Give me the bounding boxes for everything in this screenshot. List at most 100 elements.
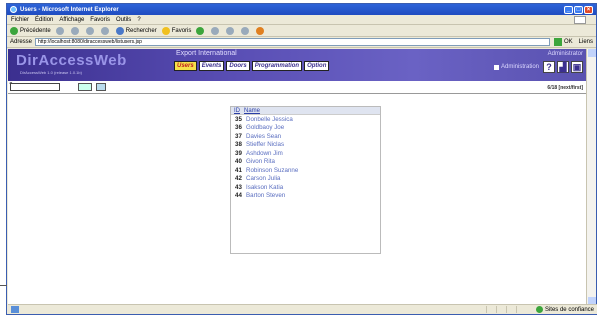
user-id: 35: [235, 115, 242, 123]
logged-user: Administrator: [547, 51, 583, 57]
search-icon: [115, 26, 124, 35]
menu-view[interactable]: Affichage: [59, 17, 84, 23]
print-icon: [241, 26, 250, 35]
user-name-link[interactable]: Isakson Katia: [246, 184, 283, 191]
address-bar: Adresse http://localhost:8080/diraccessw…: [7, 37, 596, 48]
header-id[interactable]: ID: [234, 108, 240, 114]
help-icon[interactable]: ?: [543, 61, 555, 73]
media-icon: [196, 26, 205, 35]
app-header: DirAccessWeb DirAccessWeb 1.0 (release 1…: [8, 49, 587, 81]
favorites-button[interactable]: Favoris: [161, 26, 191, 35]
links-button[interactable]: Liens: [579, 39, 593, 45]
table-row[interactable]: 38 Stieffer Niclas: [231, 141, 380, 150]
refresh-icon: [85, 26, 94, 35]
user-id: 40: [235, 158, 242, 166]
menu-help[interactable]: ?: [137, 17, 140, 23]
back-button[interactable]: Précédente: [10, 26, 51, 35]
refresh-button[interactable]: [85, 26, 96, 35]
history-icon: [211, 26, 220, 35]
table-row[interactable]: 36 Goldbaoy Joe: [231, 124, 380, 133]
user-id: 41: [235, 166, 242, 174]
search-button[interactable]: [78, 83, 92, 91]
user-name-link[interactable]: Davies Sean: [246, 133, 281, 140]
menu-tools[interactable]: Outils: [116, 17, 131, 23]
window-title: Users - Microsoft Internet Explorer: [20, 6, 119, 13]
messenger-button[interactable]: [256, 26, 266, 35]
settings-icon[interactable]: ▣: [571, 61, 583, 73]
media-button[interactable]: [196, 26, 206, 35]
table-row[interactable]: 41 Robinson Suzanne: [231, 166, 380, 175]
messenger-icon: [256, 26, 265, 35]
user-name-link[interactable]: Ashdown Jim: [246, 150, 283, 157]
scroll-up-arrow[interactable]: [588, 49, 596, 57]
close-button[interactable]: ×: [584, 5, 593, 14]
vertical-scrollbar[interactable]: [586, 49, 596, 305]
header-name[interactable]: Name: [244, 108, 260, 114]
page-viewport: DirAccessWeb DirAccessWeb 1.0 (release 1…: [8, 49, 587, 305]
user-id: 44: [235, 192, 242, 200]
address-input[interactable]: http://localhost:8080/diraccessweb/listu…: [35, 38, 550, 46]
user-id: 36: [235, 124, 242, 132]
page-edge-mark: [0, 285, 7, 286]
ie-icon: [10, 6, 17, 13]
logout-icon[interactable]: ▟: [557, 61, 569, 73]
pager[interactable]: 6/18 [next/first]: [547, 85, 583, 91]
search-input[interactable]: [10, 83, 60, 91]
maximize-button[interactable]: □: [574, 5, 583, 14]
status-bar: Sites de confiance: [8, 304, 597, 314]
table-row[interactable]: 39 Ashdown Jim: [231, 149, 380, 158]
logo-subtitle: DirAccessWeb 1.0 (release 1.0.1b): [20, 70, 82, 75]
go-button[interactable]: OK: [564, 39, 573, 45]
user-name-link[interactable]: Givon Rita: [246, 158, 275, 165]
table-row[interactable]: 42 Carson Julia: [231, 175, 380, 184]
user-id: 43: [235, 183, 242, 191]
table-row[interactable]: 37 Davies Sean: [231, 132, 380, 141]
user-name-link[interactable]: Robinson Suzanne: [246, 167, 298, 174]
search-button[interactable]: Rechercher: [115, 26, 157, 35]
star-icon: [161, 26, 170, 35]
table-row[interactable]: 43 Isakson Katia: [231, 183, 380, 192]
user-id: 42: [235, 175, 242, 183]
stop-button[interactable]: [70, 26, 81, 35]
menu-file[interactable]: Fichier: [11, 17, 29, 23]
administration-link[interactable]: Administration: [493, 64, 539, 70]
user-id: 39: [235, 149, 242, 157]
trusted-zone-icon: [535, 306, 543, 313]
security-zone: Sites de confiance: [535, 306, 594, 313]
forward-button[interactable]: [55, 26, 66, 35]
administration-checkbox[interactable]: [493, 64, 499, 70]
title-bar: Users - Microsoft Internet Explorer _ □ …: [7, 4, 596, 15]
menu-bar: Fichier Édition Affichage Favoris Outils…: [7, 15, 596, 25]
history-button[interactable]: [211, 26, 221, 35]
menu-favorites[interactable]: Favoris: [90, 17, 110, 23]
users-table: ID Name 35 Donbelle Jessica 36 Goldbaoy Joe…: [230, 106, 381, 254]
user-id: 37: [235, 132, 242, 140]
home-button[interactable]: [100, 26, 111, 35]
print-button[interactable]: [241, 26, 251, 35]
user-name-link[interactable]: Carson Julia: [246, 175, 280, 182]
tab-events[interactable]: Events: [198, 61, 225, 71]
tab-users[interactable]: Users: [174, 61, 197, 71]
tab-option[interactable]: Option: [304, 61, 330, 71]
table-row[interactable]: 35 Donbelle Jessica: [231, 115, 380, 124]
table-row[interactable]: 40 Givon Rita: [231, 158, 380, 167]
table-row[interactable]: 44 Barton Steven: [231, 192, 380, 201]
menu-edit[interactable]: Édition: [35, 17, 53, 23]
user-id: 38: [235, 141, 242, 149]
forward-arrow-icon: [55, 26, 64, 35]
tab-programmation[interactable]: Programmation: [251, 61, 303, 71]
minimize-button[interactable]: _: [564, 5, 573, 14]
mail-button[interactable]: [226, 26, 236, 35]
page-icon: [11, 306, 19, 313]
toolbar: Précédente Rechercher Favoris: [7, 25, 596, 37]
user-name-link[interactable]: Stieffer Niclas: [246, 141, 284, 148]
user-name-link[interactable]: Barton Steven: [246, 192, 285, 199]
go-icon[interactable]: [553, 38, 562, 46]
add-button[interactable]: [96, 83, 106, 91]
header-icons: ? ▟ ▣: [541, 61, 583, 73]
address-label: Adresse: [10, 39, 33, 45]
main-tabs: Users Events Doors Programmation Option: [174, 61, 331, 71]
tab-doors[interactable]: Doors: [226, 61, 250, 71]
user-name-link[interactable]: Donbelle Jessica: [246, 116, 293, 123]
user-name-link[interactable]: Goldbaoy Joe: [246, 124, 284, 131]
